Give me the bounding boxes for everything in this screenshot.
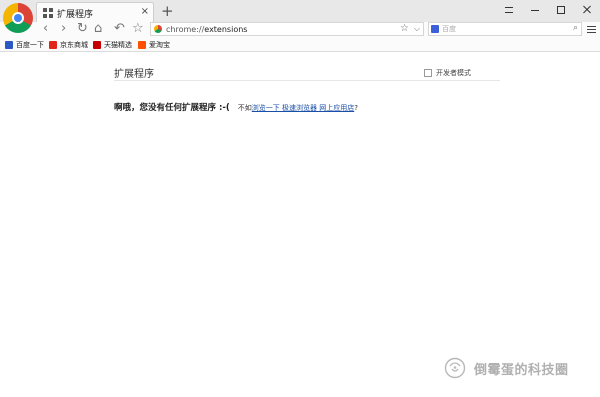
developer-mode-toggle[interactable]: 开发者模式 [424,68,471,78]
bookmark-label: 百度一下 [16,40,44,49]
search-box: ⌕ [428,22,582,36]
tab-extensions[interactable]: 扩展程序 × [36,2,154,22]
window-close-icon[interactable] [580,2,594,16]
tab-strip: 扩展程序 × + [0,0,600,22]
url-path: extensions [204,25,248,34]
search-input[interactable] [442,24,562,34]
maximize-icon[interactable] [554,2,568,16]
reload-icon[interactable]: ↻ [77,21,88,36]
chevron-down-icon[interactable]: ⌵ [414,22,420,35]
bookmark-page-icon[interactable]: ☆ [400,22,409,35]
address-text[interactable]: chrome://extensions [166,24,247,35]
home-icon[interactable]: ⌂ [94,21,102,36]
window-controls [502,2,594,18]
empty-prefix: 不如 [237,104,252,112]
empty-state: 啊哦，您没有任何扩展程序 :-( 不如 浏览一下 极速浏览器 网上应用店 ? [114,101,358,113]
bookmark-label: 爱淘宝 [149,40,170,49]
bookmark-baidu[interactable]: 百度一下 [5,40,44,50]
bookmark-star-icon[interactable]: ☆ [132,21,144,36]
new-tab-button[interactable]: + [161,2,174,20]
forward-icon[interactable]: › [61,21,66,36]
aitaobao-icon [138,41,146,49]
jd-icon [49,41,57,49]
chrome-page-icon [154,25,162,33]
watermark: 倒霉蛋的科技圈 [444,357,569,379]
window-menu-icon[interactable] [502,2,516,16]
bookmark-label: 天猫精选 [104,40,132,49]
web-store-link[interactable]: 浏览一下 极速浏览器 网上应用店 [252,103,354,113]
developer-mode-label: 开发者模式 [436,69,471,77]
bookmarks-bar: 百度一下 京东商城 天猫精选 爱淘宝 [0,37,600,52]
empty-suffix: ? [354,104,358,112]
bookmark-tmall[interactable]: 天猫精选 [93,40,132,50]
bookmark-label: 京东商城 [60,40,88,49]
wechat-icon [444,357,466,379]
search-icon[interactable]: ⌕ [573,22,578,35]
page-title: 扩展程序 [114,69,154,80]
tmall-icon [93,41,101,49]
search-engine-icon[interactable] [431,25,439,33]
browser-logo-icon[interactable] [3,3,33,33]
watermark-text: 倒霉蛋的科技圈 [474,362,569,378]
minimize-icon[interactable] [528,2,542,16]
menu-icon[interactable] [587,25,596,34]
address-bar[interactable]: chrome://extensions ☆ ⌵ [150,22,424,36]
back-icon[interactable]: ‹ [43,21,48,36]
tab-title: 扩展程序 [57,10,94,20]
baidu-icon [5,41,13,49]
url-scheme: chrome:// [166,25,205,34]
empty-message: 啊哦，您没有任何扩展程序 :-( [114,103,230,113]
bookmark-jd[interactable]: 京东商城 [49,40,88,50]
toolbar: ‹ › ↻ ⌂ ↶ ☆ chrome://extensions ☆ ⌵ ⌕ [0,21,600,37]
undo-close-tab-icon[interactable]: ↶ [114,21,125,36]
developer-mode-checkbox[interactable] [424,69,432,77]
extensions-icon [43,8,53,18]
bookmark-aitaobao[interactable]: 爱淘宝 [138,40,170,50]
divider [114,80,500,81]
close-icon[interactable]: × [141,6,149,18]
